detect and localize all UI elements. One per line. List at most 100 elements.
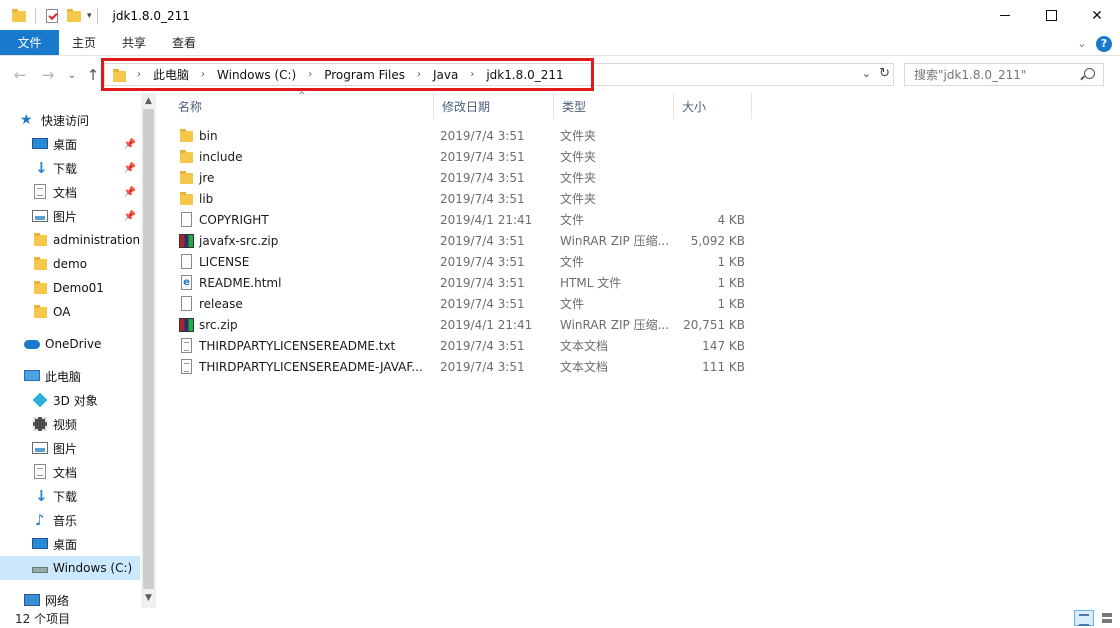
details-view-icon[interactable] [1074, 610, 1094, 626]
file-name-cell: COPYRIGHT [178, 209, 432, 230]
nav-item-windows-c[interactable]: Windows (C:) [0, 556, 140, 580]
search-box[interactable] [904, 63, 1104, 86]
file-row[interactable]: lib 2019/7/4 3:51 文件夹 [178, 188, 754, 209]
scrollbar-thumb[interactable] [143, 109, 154, 589]
file-row[interactable]: THIRDPARTYLICENSEREADME.txt 2019/7/4 3:51… [178, 335, 754, 356]
nav-item-quick-access[interactable]: ★ 快速访问 [20, 108, 156, 132]
customize-toolbar-dropdown-icon[interactable]: ▾ [87, 11, 92, 21]
pictures-icon [32, 440, 48, 456]
file-size: 147 KB [702, 338, 745, 353]
nav-item-downloads-pc[interactable]: ↓ 下载 [32, 484, 140, 508]
nav-item-pictures[interactable]: 图片 📌 [32, 204, 140, 228]
file-date: 2019/7/4 3:51 [440, 296, 525, 311]
large-icons-view-icon[interactable] [1098, 610, 1116, 626]
file-row[interactable]: bin 2019/7/4 3:51 文件夹 [178, 125, 754, 146]
star-icon: ★ [20, 112, 33, 128]
recent-locations-dropdown[interactable]: ⌄ [62, 65, 82, 85]
search-input[interactable] [914, 67, 1074, 82]
nav-item-onedrive[interactable]: OneDrive [24, 332, 140, 356]
nav-item-music[interactable]: ♪ 音乐 [32, 508, 140, 532]
nav-item-this-pc[interactable]: 此电脑 [24, 364, 140, 388]
nav-item-administration[interactable]: administration [32, 228, 140, 252]
file-row[interactable]: jre 2019/7/4 3:51 文件夹 [178, 167, 754, 188]
file-row[interactable]: include 2019/7/4 3:51 文件夹 [178, 146, 754, 167]
nav-item-label: Demo01 [53, 281, 104, 295]
window-controls: ✕ [982, 0, 1120, 31]
nav-item-network[interactable]: 网络 [24, 588, 140, 608]
ribbon-tabs: 文件 主页 共享 查看 ⌄ ? [0, 30, 1120, 56]
nav-item-label: Windows (C:) [53, 561, 133, 575]
file-date: 2019/7/4 3:51 [440, 149, 525, 164]
tab-view[interactable]: 查看 [159, 30, 209, 55]
nav-item-label: 视频 [53, 417, 78, 432]
file-row[interactable]: THIRDPARTYLICENSEREADME-JAVAF... 2019/7/4… [178, 356, 754, 377]
nav-item-videos[interactable]: 视频 [32, 412, 140, 436]
file-row[interactable]: LICENSE 2019/7/4 3:51 文件 1 KB [178, 251, 754, 272]
nav-item-label: 图片 [53, 441, 78, 456]
file-name-cell: src.zip [178, 314, 432, 335]
refresh-icon[interactable]: ↻ [879, 66, 890, 81]
folder-icon [11, 8, 27, 24]
file-type: 文件夹 [560, 129, 597, 143]
scroll-down-arrow-icon[interactable]: ▼ [141, 590, 156, 606]
nav-item-label: 文档 [53, 185, 78, 200]
nav-item-label: 此电脑 [45, 369, 82, 384]
this-pc-icon [24, 368, 40, 384]
nav-item-desktop[interactable]: 桌面 📌 [32, 132, 140, 156]
nav-item-label: 快速访问 [41, 113, 90, 128]
tab-share[interactable]: 共享 [109, 30, 159, 55]
tab-home[interactable]: 主页 [59, 30, 109, 55]
scroll-up-arrow-icon[interactable]: ▲ [141, 93, 156, 109]
minimize-button[interactable] [982, 0, 1028, 31]
close-button[interactable]: ✕ [1074, 0, 1120, 31]
column-header-size[interactable]: 大小 [674, 93, 752, 119]
nav-item-label: 桌面 [53, 137, 78, 152]
file-size: 111 KB [702, 359, 745, 374]
file-date: 2019/7/4 3:51 [440, 233, 525, 248]
address-history-dropdown-icon[interactable]: ⌄ [862, 67, 871, 80]
text-file-icon [178, 358, 194, 375]
file-row[interactable]: javafx-src.zip 2019/7/4 3:51 WinRAR ZIP 压缩… [178, 230, 754, 251]
column-header-date[interactable]: 修改日期 [434, 93, 554, 119]
new-folder-icon[interactable] [66, 8, 82, 24]
column-header-type[interactable]: 类型 [554, 93, 674, 119]
file-icon [178, 211, 194, 228]
nav-item-documents[interactable]: 文档 📌 [32, 180, 140, 204]
file-size [672, 125, 745, 146]
help-icon[interactable]: ? [1096, 35, 1112, 52]
tab-file[interactable]: 文件 [0, 30, 59, 55]
properties-icon[interactable] [44, 8, 60, 24]
file-size: 4 KB [717, 212, 745, 227]
file-name-cell: THIRDPARTYLICENSEREADME-JAVAF... [178, 356, 432, 377]
file-row[interactable]: e README.html 2019/7/4 3:51 HTML 文件 1 KB [178, 272, 754, 293]
nav-item-demo[interactable]: demo [32, 252, 140, 276]
nav-item-label: 网络 [45, 593, 70, 608]
file-row[interactable]: release 2019/7/4 3:51 文件 1 KB [178, 293, 754, 314]
html-file-icon: e [178, 274, 194, 291]
file-name-cell: javafx-src.zip [178, 230, 432, 251]
file-date: 2019/7/4 3:51 [440, 275, 525, 290]
forward-button[interactable]: → [38, 65, 58, 85]
nav-item-desktop-pc[interactable]: 桌面 [32, 532, 140, 556]
nav-item-label: OneDrive [45, 337, 102, 351]
maximize-button[interactable] [1028, 0, 1074, 31]
file-row[interactable]: src.zip 2019/4/1 21:41 WinRAR ZIP 压缩... 20,… [178, 314, 754, 335]
expand-ribbon-chevron-icon[interactable]: ⌄ [1072, 37, 1092, 50]
file-row[interactable]: COPYRIGHT 2019/4/1 21:41 文件 4 KB [178, 209, 754, 230]
column-header-name[interactable]: 名称 ^ [170, 91, 434, 119]
nav-item-3d-objects[interactable]: 3D 对象 [32, 388, 140, 412]
nav-item-label: 文档 [53, 465, 78, 480]
nav-scrollbar[interactable]: ▲ ▼ [141, 93, 156, 608]
file-size [672, 146, 745, 167]
nav-item-documents-pc[interactable]: 文档 [32, 460, 140, 484]
column-header-label: 名称 [178, 99, 203, 114]
back-button[interactable]: ← [10, 65, 30, 85]
nav-item-demo01[interactable]: Demo01 [32, 276, 140, 300]
up-button[interactable]: ↑ [83, 65, 103, 85]
zip-archive-icon [178, 317, 194, 333]
nav-item-pictures-pc[interactable]: 图片 [32, 436, 140, 460]
file-name: THIRDPARTYLICENSEREADME.txt [199, 338, 396, 353]
file-name-cell: release [178, 293, 432, 314]
nav-item-oa[interactable]: OA [32, 300, 140, 324]
nav-item-downloads[interactable]: ↓ 下载 📌 [32, 156, 140, 180]
